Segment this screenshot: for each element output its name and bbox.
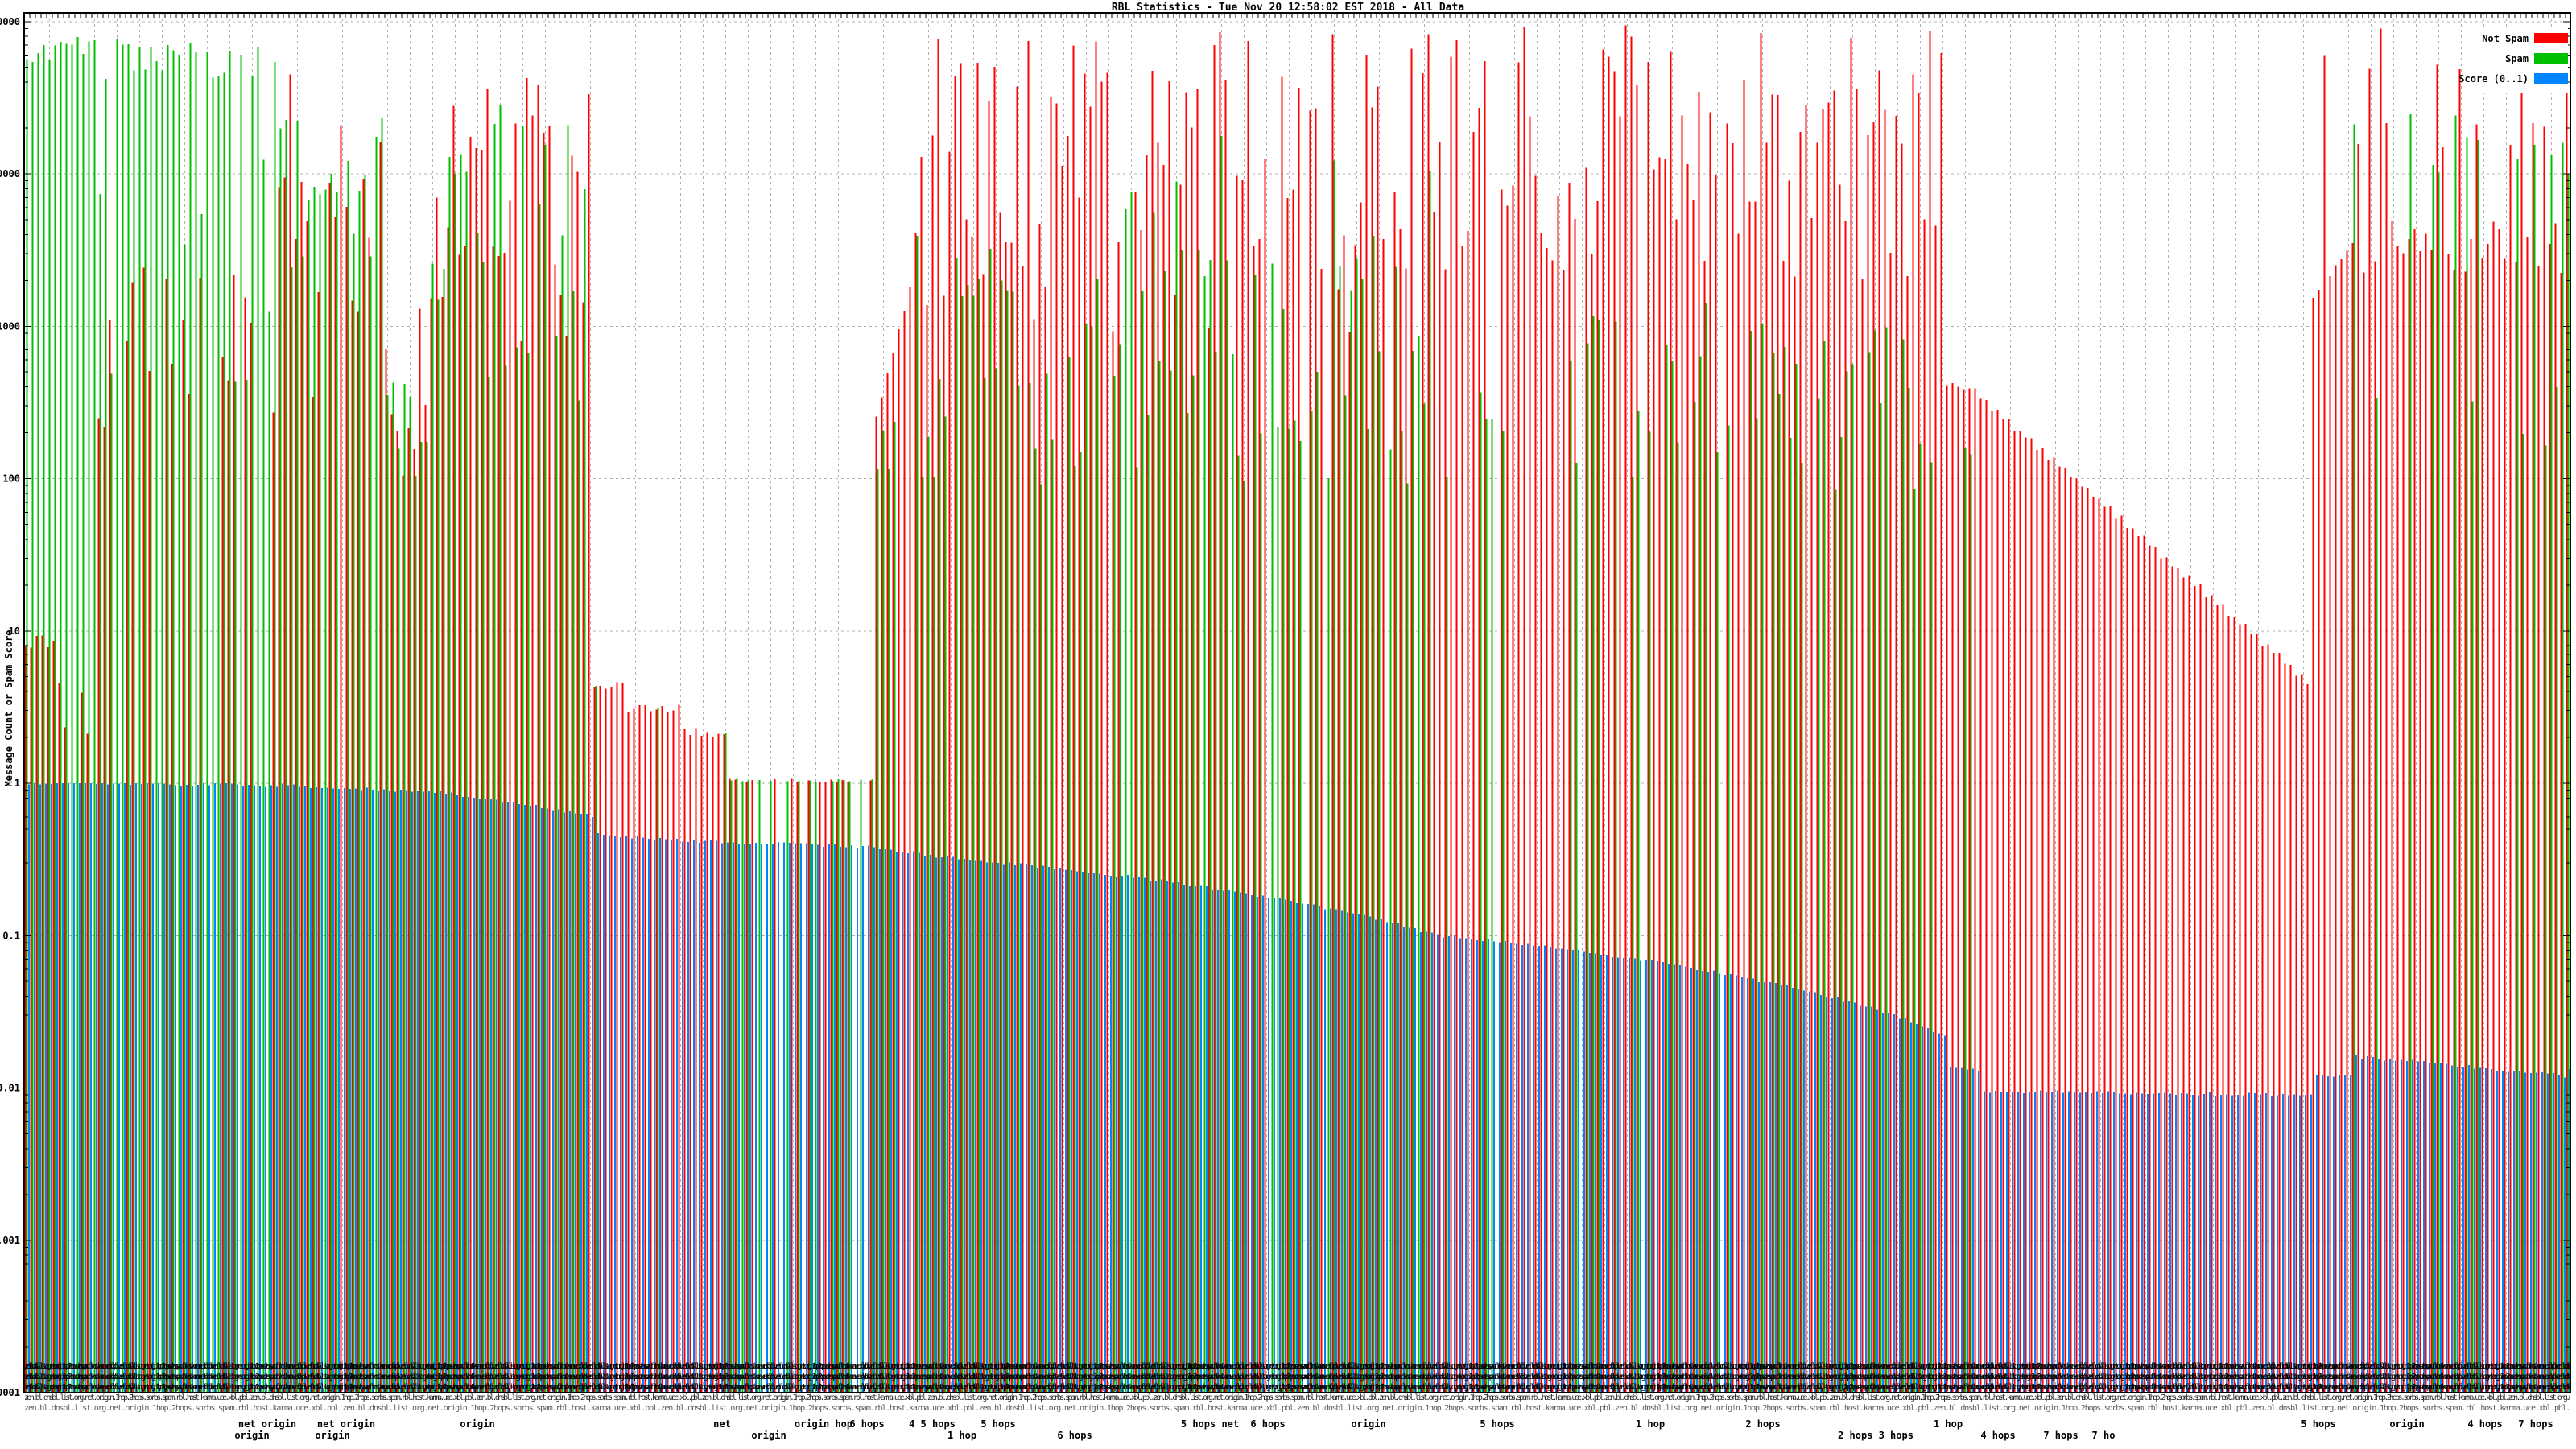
xaxis-label-fragment: 2 hops 3 hops [1838,1430,1913,1441]
xaxis-label-fragment: 7 hops [2518,1418,2553,1430]
xaxis-label-fragment: net [713,1418,731,1430]
chart-title: RBL Statistics - Tue Nov 20 12:58:02 EST… [1111,2,1465,14]
spam-swatch [2534,53,2568,64]
svg-text:0.1: 0.1 [2,930,20,941]
xaxis-label-fragment: 5 hops [980,1418,1016,1430]
xaxis-dense-labels-row: zen.bl.dnsbl.list.org.net.origin.1hop.2h… [24,1373,2570,1381]
xaxis-label-fragment: origin [234,1430,270,1441]
score-swatch [2534,73,2568,84]
xaxis-label-fragment: 7 hops [2043,1430,2079,1441]
xaxis-dense-labels-row: zen.bl.dnsbl.list.org.net.origin.1hop.2h… [24,1393,2570,1402]
xaxis-label-fragment: 5 hops net [1180,1418,1240,1430]
rbl-statistics-chart: 1000001000010001001010.10.010.0010.0001 … [0,0,2576,1449]
xaxis-label-fragment: 1 hop [1635,1418,1666,1430]
legend: Not Spam Spam Score (0..1) [2458,27,2568,93]
xaxis-dense-labels-row: zen.bl.dnsbl.list.org.net.origin.1hop.2h… [24,1383,2570,1392]
xaxis-label-fragment: net origin [237,1418,297,1430]
svg-text:100000: 100000 [0,16,20,27]
svg-text:10000: 10000 [0,168,20,180]
y-axis-title: Message Count or Spam Score [3,630,14,787]
xaxis-label-fragment: 1 hop [1933,1418,1963,1430]
legend-label: Not Spam [2482,32,2529,44]
xaxis-label-fragment: net origin [316,1418,376,1430]
xaxis-label-fragment: 4 hops [1980,1430,2016,1441]
xaxis-dense-labels-row: zen.bl.dnsbl.list.org.net.origin.1hop.2h… [24,1404,2570,1413]
xaxis-label-fragment: 7 ho [2091,1430,2116,1441]
xaxis-label-fragment: 6 hops [849,1418,885,1430]
xaxis-label-fragment: 5 hops [1480,1418,1515,1430]
not-spam-swatch [2534,33,2568,43]
xaxis-label-fragment: 5 hops [2301,1418,2336,1430]
legend-label: Spam [2505,52,2529,64]
legend-item-spam: Spam [2476,49,2568,68]
legend-item-score: Score (0..1) [2458,69,2568,88]
svg-text:0.0001: 0.0001 [0,1387,20,1398]
xaxis-label-fragment: origin [2389,1418,2425,1430]
xaxis-label-fragment: 6 hops [1250,1418,1286,1430]
svg-text:1: 1 [14,778,20,789]
svg-text:0.01: 0.01 [0,1083,20,1094]
svg-text:1000: 1000 [0,320,20,332]
xaxis-label-fragment: origin [751,1430,786,1441]
plot-area: 1000001000010001001010.10.010.0010.0001 [0,12,2571,1398]
xaxis-label-fragment: 6 hops [1057,1430,1092,1441]
xaxis-dense-labels-row: zen.bl.dnsbl.list.org.net.origin.1hop.2h… [24,1362,2570,1371]
svg-text:0.001: 0.001 [0,1235,20,1246]
xaxis-label-fragment: origin [460,1418,495,1430]
xaxis-label-fragment: origin [1351,1418,1386,1430]
xaxis-label-fragment: 4 hops [2467,1418,2503,1430]
legend-item-not-spam: Not Spam [2476,29,2568,47]
xaxis-label-fragment: origin [315,1430,350,1441]
svg-text:100: 100 [2,473,20,485]
xaxis-label-fragment: origin hop [794,1418,853,1430]
legend-label: Score (0..1) [2458,72,2529,85]
xaxis-label-fragment: 4 5 hops [909,1418,956,1430]
xaxis-label-fragment: 1 hop [947,1430,977,1441]
xaxis-label-fragment: 2 hops [1745,1418,1781,1430]
